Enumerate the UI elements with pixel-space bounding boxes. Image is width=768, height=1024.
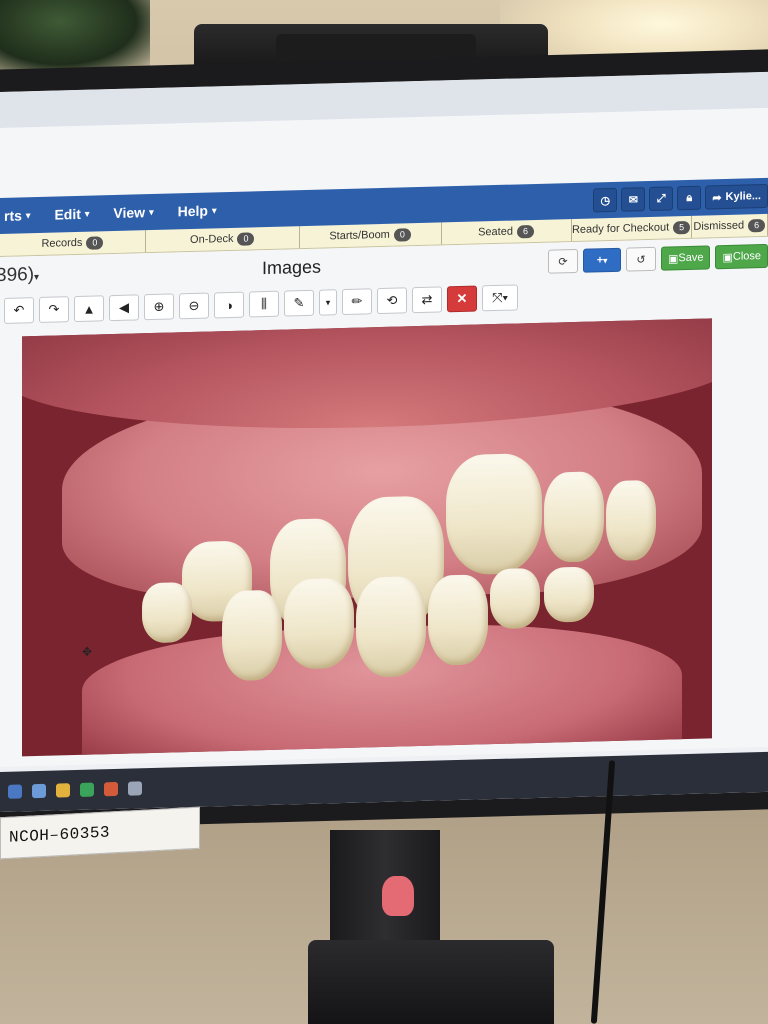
- tab-label: Seated: [478, 225, 513, 239]
- rotate-left-icon[interactable]: ↶: [4, 297, 34, 324]
- monitor-stand-base: [308, 940, 554, 1024]
- zoom-out-icon[interactable]: ⊖: [179, 292, 209, 320]
- tab-ready-for-checkout[interactable]: Ready for Checkout 5: [571, 215, 692, 242]
- rotate-right-icon[interactable]: ↷: [39, 296, 69, 323]
- tab-on-deck[interactable]: On-Deck 0: [145, 226, 300, 253]
- tab-label: Records: [41, 236, 83, 250]
- tab-records[interactable]: Records 0: [0, 230, 146, 256]
- plant: [0, 0, 150, 72]
- pink-figurine: [382, 876, 414, 916]
- zoom-in-icon[interactable]: ⊕: [144, 293, 174, 321]
- undo-icon[interactable]: ↺: [626, 246, 656, 272]
- tab-starts-boom[interactable]: Starts/Boom 0: [299, 222, 442, 249]
- menu-reports[interactable]: rts ▾: [0, 207, 42, 224]
- page-title: Images: [262, 256, 322, 279]
- menu-label: View: [113, 204, 146, 222]
- tooth: [428, 574, 488, 666]
- add-button[interactable]: + ▾: [583, 247, 621, 273]
- menu-label: Help: [177, 202, 208, 220]
- chevron-down-icon: ▾: [149, 206, 154, 217]
- app-icon[interactable]: [104, 781, 118, 797]
- patient-selector[interactable]: 396)▾: [0, 264, 39, 287]
- chevron-down-icon: ▾: [603, 255, 608, 265]
- tooth: [544, 566, 594, 623]
- refresh-icon[interactable]: ⟳: [548, 248, 578, 274]
- menu-edit[interactable]: Edit ▾: [42, 205, 101, 223]
- count-badge: 0: [86, 235, 104, 250]
- tooth: [284, 577, 354, 670]
- count-badge: 6: [748, 218, 766, 232]
- expand-icon[interactable]: ⤧▾: [482, 284, 518, 312]
- adjust-icon[interactable]: ⫼: [249, 290, 279, 318]
- tooth: [142, 581, 192, 644]
- user-name: Kylie...: [725, 190, 761, 204]
- user-menu-button[interactable]: ➦ Kylie...: [705, 183, 768, 210]
- menu-label: Edit: [54, 205, 81, 223]
- app-icon[interactable]: [128, 781, 142, 796]
- count-badge: 6: [516, 224, 534, 238]
- chevron-down-icon: ▾: [25, 209, 31, 220]
- fullscreen-icon[interactable]: ⤢: [649, 186, 674, 211]
- history-icon[interactable]: ⟲: [377, 287, 407, 315]
- flip-vertical-icon[interactable]: ▲: [74, 295, 104, 323]
- tooth: [222, 589, 282, 682]
- chevron-down-icon: ▾: [84, 208, 90, 219]
- tooth: [356, 575, 426, 678]
- chevron-down-icon: ▾: [211, 204, 217, 215]
- delete-icon[interactable]: ✕: [447, 285, 477, 313]
- save-label: Save: [678, 251, 704, 265]
- tooth: [446, 452, 542, 576]
- flip-horizontal-icon[interactable]: ◀: [109, 294, 139, 322]
- tab-label: Dismissed: [693, 219, 745, 233]
- folder-icon[interactable]: [56, 783, 70, 798]
- tab-dismissed[interactable]: Dismissed 6: [691, 213, 768, 238]
- swap-icon[interactable]: ⇄: [412, 286, 442, 314]
- magic-wand-icon[interactable]: ✎: [284, 289, 314, 317]
- header-actions: ⟳ +▾ ↺ ▣ Save ▣ Close C: [548, 243, 768, 274]
- app-icon[interactable]: [80, 782, 94, 797]
- count-badge: 5: [673, 220, 691, 234]
- tooth: [544, 471, 604, 563]
- menu-help[interactable]: Help ▾: [166, 202, 229, 220]
- chevron-down-icon: ▾: [34, 271, 40, 284]
- tooth: [490, 567, 540, 630]
- close-label: Close: [732, 250, 762, 263]
- close-button[interactable]: ▣ Close: [715, 243, 768, 270]
- search-icon[interactable]: [32, 783, 46, 799]
- clock-icon[interactable]: ◷: [593, 187, 618, 213]
- tab-label: On-Deck: [190, 232, 234, 247]
- tab-seated[interactable]: Seated 6: [441, 219, 572, 245]
- patient-id-fragment: 396): [0, 264, 35, 287]
- close-icon: ▣: [722, 251, 733, 264]
- intraoral-photo[interactable]: [22, 318, 712, 757]
- start-icon[interactable]: [8, 784, 22, 799]
- save-icon: ▣: [668, 252, 679, 266]
- logout-icon: ➦: [712, 191, 722, 204]
- move-cursor-icon: ✥: [82, 644, 93, 659]
- asset-tag-text: NCOH–60353: [9, 823, 111, 847]
- tab-label: Ready for Checkout: [571, 221, 670, 237]
- menu-view[interactable]: View ▾: [101, 204, 165, 222]
- tooth: [606, 479, 656, 562]
- mail-icon[interactable]: ✉: [621, 187, 646, 212]
- save-button[interactable]: ▣ Save: [661, 245, 711, 271]
- pencil-icon[interactable]: ✏: [342, 288, 372, 316]
- chevron-down-icon[interactable]: ▾: [319, 289, 337, 316]
- count-badge: 0: [237, 231, 255, 246]
- lock-icon[interactable]: 🔒︎: [677, 185, 702, 211]
- menubar-actions: ◷ ✉ ⤢ 🔒︎ ➦ Kylie...: [593, 178, 768, 219]
- image-viewer[interactable]: ✥: [0, 306, 768, 767]
- tab-label: Starts/Boom: [329, 228, 390, 243]
- menu-label: rts: [4, 207, 22, 224]
- monitor-screen: rts ▾ Edit ▾ View ▾ Help ▾ ◷ ✉ ⤢ 🔒︎ ➦ Ky…: [0, 71, 768, 812]
- count-badge: 0: [393, 227, 411, 242]
- contrast-icon[interactable]: ◑: [214, 291, 244, 319]
